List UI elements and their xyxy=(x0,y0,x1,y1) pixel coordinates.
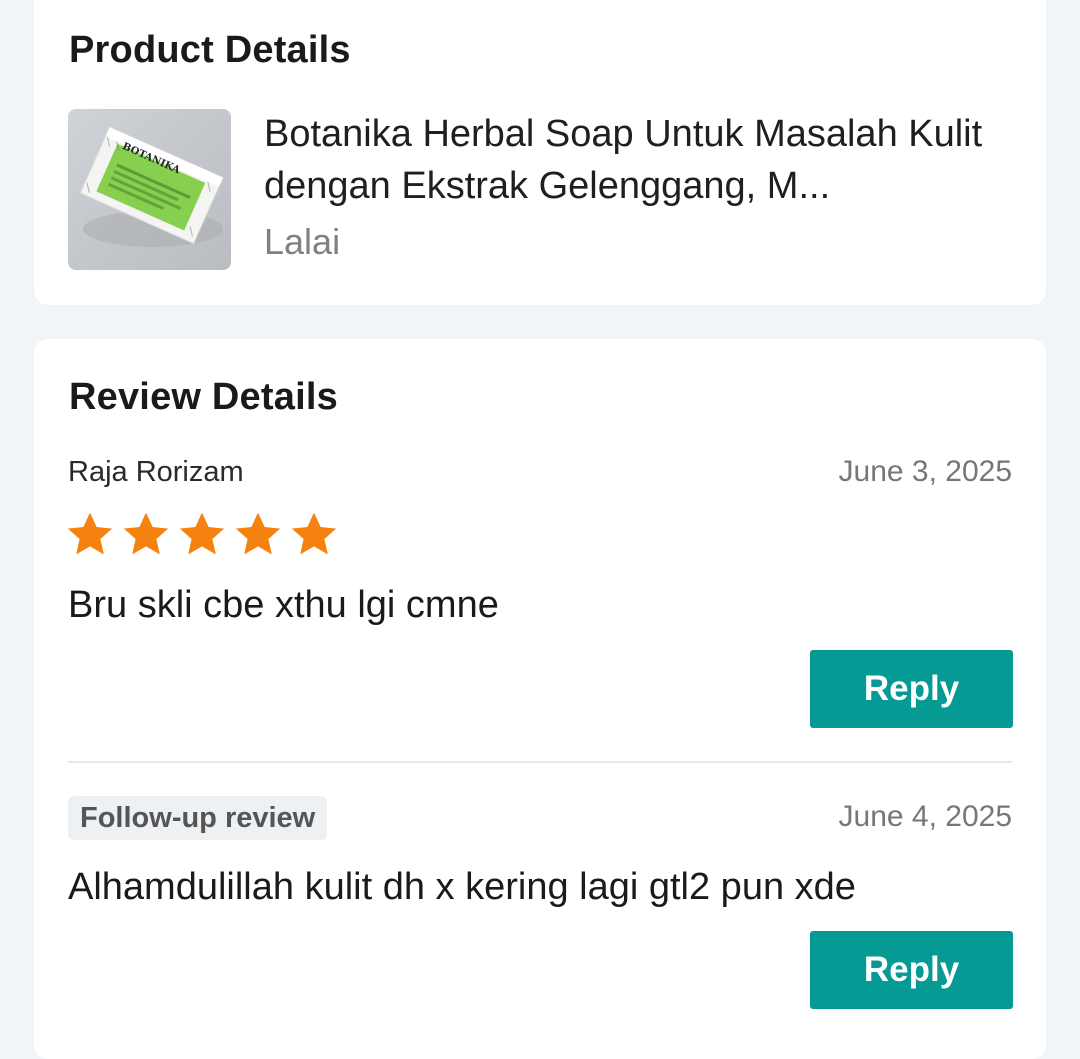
divider xyxy=(68,761,1012,763)
product-details-card: Product Details BOTANIKA Botanika Herbal… xyxy=(34,0,1046,305)
followup-reply-button[interactable]: Reply xyxy=(810,931,1013,1009)
product-details-title: Product Details xyxy=(69,29,351,71)
review-details-title: Review Details xyxy=(69,376,338,418)
star-icon xyxy=(179,512,225,555)
product-variant: Lalai xyxy=(264,221,341,262)
star-icon xyxy=(123,512,169,555)
star-icon xyxy=(291,512,337,555)
reviewer-name: Raja Rorizam xyxy=(68,456,244,488)
product-thumbnail[interactable]: BOTANIKA xyxy=(68,109,231,270)
star-rating xyxy=(66,511,338,557)
review-date: June 3, 2025 xyxy=(838,455,1012,488)
product-name[interactable]: Botanika Herbal Soap Untuk Masalah Kulit… xyxy=(264,108,1004,212)
star-icon xyxy=(235,512,281,555)
star-icon xyxy=(67,512,113,555)
followup-review-date: June 4, 2025 xyxy=(838,800,1012,833)
reply-button[interactable]: Reply xyxy=(810,650,1013,728)
followup-review-text: Alhamdulillah kulit dh x kering lagi gtl… xyxy=(68,866,856,908)
review-text: Bru skli cbe xthu lgi cmne xyxy=(68,584,499,626)
soap-image: BOTANIKA xyxy=(68,109,231,270)
followup-review-tag: Follow-up review xyxy=(68,796,328,840)
review-details-card: Review Details Raja Rorizam June 3, 2025… xyxy=(34,339,1046,1059)
